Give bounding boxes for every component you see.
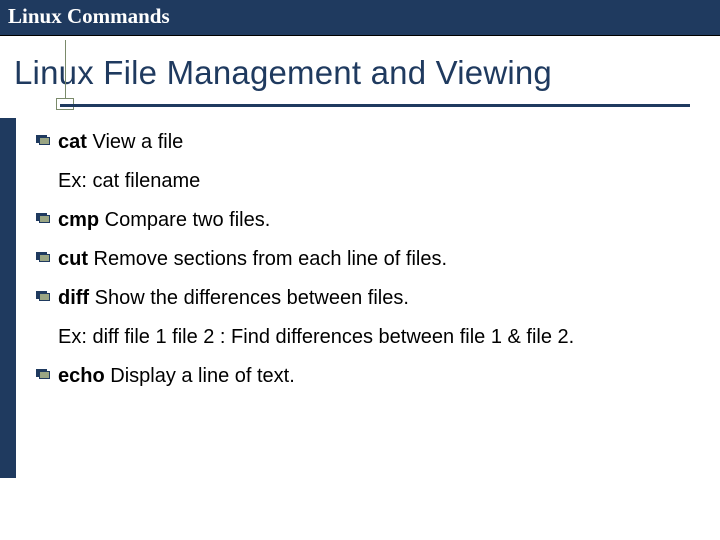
list-item-text: cat View a file [58,128,183,157]
connector-line [65,40,66,100]
command-name: cat [58,131,87,153]
command-desc: Display a line of text. [105,365,295,387]
command-desc: Compare two files. [99,209,270,231]
list-item: cat View a file [36,128,690,157]
example-text: Ex: cat filename [58,167,690,196]
list-item-text: diff Show the differences between files. [58,284,409,313]
bullet-icon [36,135,50,145]
list-item: cut Remove sections from each line of fi… [36,245,690,274]
header-bar: Linux Commands [0,0,720,36]
command-name: cut [58,248,88,270]
list-item: cmp Compare two files. [36,206,690,235]
list-item-text: cut Remove sections from each line of fi… [58,245,447,274]
list-item-text: cmp Compare two files. [58,206,270,235]
bullet-icon [36,252,50,262]
content-area: cat View a file Ex: cat filename cmp Com… [0,112,720,391]
command-desc: Show the differences between files. [89,287,409,309]
left-accent-strip [0,118,16,478]
example-text: Ex: diff file 1 file 2 : Find difference… [58,323,690,352]
header-title: Linux Commands [8,4,170,28]
bullet-icon [36,291,50,301]
command-name: cmp [58,209,99,231]
list-item: diff Show the differences between files. [36,284,690,313]
command-name: diff [58,287,89,309]
command-name: echo [58,365,105,387]
list-item: echo Display a line of text. [36,362,690,391]
bullet-icon [36,213,50,223]
bullet-icon [36,369,50,379]
command-desc: View a file [87,131,183,153]
slide-title: Linux File Management and Viewing [0,36,720,92]
title-rule [30,98,690,112]
command-desc: Remove sections from each line of files. [88,248,447,270]
list-item-text: echo Display a line of text. [58,362,295,391]
